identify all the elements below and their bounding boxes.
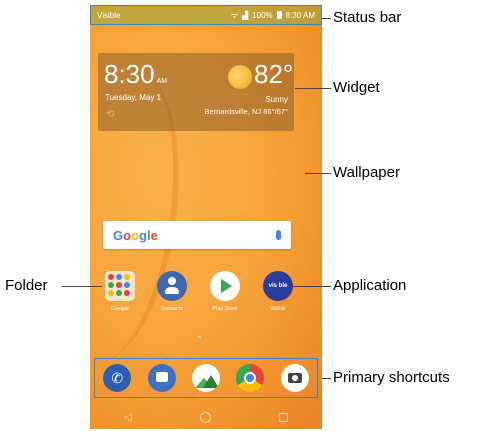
app-label: Google bbox=[111, 306, 129, 312]
carrier-label: Visible bbox=[97, 10, 121, 20]
app-drawer-chevron-icon[interactable]: ⌃ bbox=[196, 335, 203, 344]
app-row: Google Contacts Play Store vis ble Visib… bbox=[100, 271, 312, 331]
contacts-icon bbox=[157, 271, 187, 301]
folder-google[interactable]: Google bbox=[100, 271, 140, 312]
widget-ampm: AM bbox=[156, 78, 168, 85]
widget-location: Bernardsville, NJ 86°/67° bbox=[204, 107, 288, 116]
widget-temperature: 82° bbox=[254, 59, 294, 89]
refresh-icon[interactable]: ⟲ bbox=[106, 109, 114, 120]
widget-date: Tuesday, May 1 bbox=[105, 93, 162, 102]
callout-line bbox=[322, 18, 331, 19]
phone-icon[interactable]: ✆ bbox=[103, 364, 132, 392]
google-logo: Google bbox=[113, 227, 158, 243]
visible-icon: vis ble bbox=[263, 271, 293, 301]
status-bar: Visible ᯤ ▟ 100% 8:30 AM bbox=[90, 5, 322, 25]
battery-percent: 100% bbox=[252, 10, 273, 20]
app-label: Contacts bbox=[161, 306, 183, 312]
home-icon[interactable] bbox=[199, 411, 211, 423]
recents-icon[interactable] bbox=[278, 412, 288, 422]
play-store-icon bbox=[210, 271, 240, 301]
google-search-bar[interactable]: Google bbox=[103, 221, 291, 249]
sun-icon bbox=[228, 65, 252, 89]
battery-icon bbox=[276, 11, 282, 19]
app-label: Visible bbox=[269, 306, 287, 312]
callout-line bbox=[305, 173, 331, 174]
callout-wallpaper: Wallpaper bbox=[333, 164, 400, 181]
signal-icon: ▟ bbox=[242, 10, 249, 20]
callout-status-bar: Status bar bbox=[333, 9, 402, 26]
app-play-store[interactable]: Play Store bbox=[205, 271, 245, 312]
chrome-icon[interactable] bbox=[236, 364, 265, 392]
navigation-bar: ◁ bbox=[90, 405, 322, 429]
folder-icon bbox=[105, 271, 135, 301]
widget-condition: Sunny bbox=[265, 95, 288, 104]
phone-screen: Visible ᯤ ▟ 100% 8:30 AM 8:30 AM Tuesday,… bbox=[90, 5, 322, 429]
callout-line bbox=[62, 286, 102, 287]
app-visible[interactable]: vis ble Visible bbox=[258, 271, 298, 312]
callout-application: Application bbox=[333, 277, 407, 294]
primary-shortcuts-dock: ✆ bbox=[94, 358, 318, 398]
widget-time: 8:30 bbox=[104, 59, 155, 89]
callout-line bbox=[290, 286, 331, 287]
callout-line bbox=[295, 88, 331, 89]
callout-folder: Folder bbox=[5, 277, 48, 294]
microphone-icon[interactable] bbox=[276, 230, 281, 240]
wifi-icon: ᯤ bbox=[230, 10, 239, 20]
callout-line bbox=[322, 378, 331, 379]
callout-widget: Widget bbox=[333, 79, 380, 96]
app-contacts[interactable]: Contacts bbox=[152, 271, 192, 312]
camera-icon[interactable] bbox=[280, 364, 309, 392]
callout-primary-shortcuts: Primary shortcuts bbox=[333, 369, 450, 386]
gallery-icon[interactable] bbox=[191, 364, 220, 392]
app-label: Play Store bbox=[212, 306, 238, 312]
clock-weather-widget[interactable]: 8:30 AM Tuesday, May 1 ⟲ 82° Sunny Bernar… bbox=[98, 53, 294, 131]
status-time: 8:30 AM bbox=[285, 10, 315, 20]
messages-icon[interactable] bbox=[147, 364, 176, 392]
back-icon[interactable]: ◁ bbox=[124, 412, 132, 423]
